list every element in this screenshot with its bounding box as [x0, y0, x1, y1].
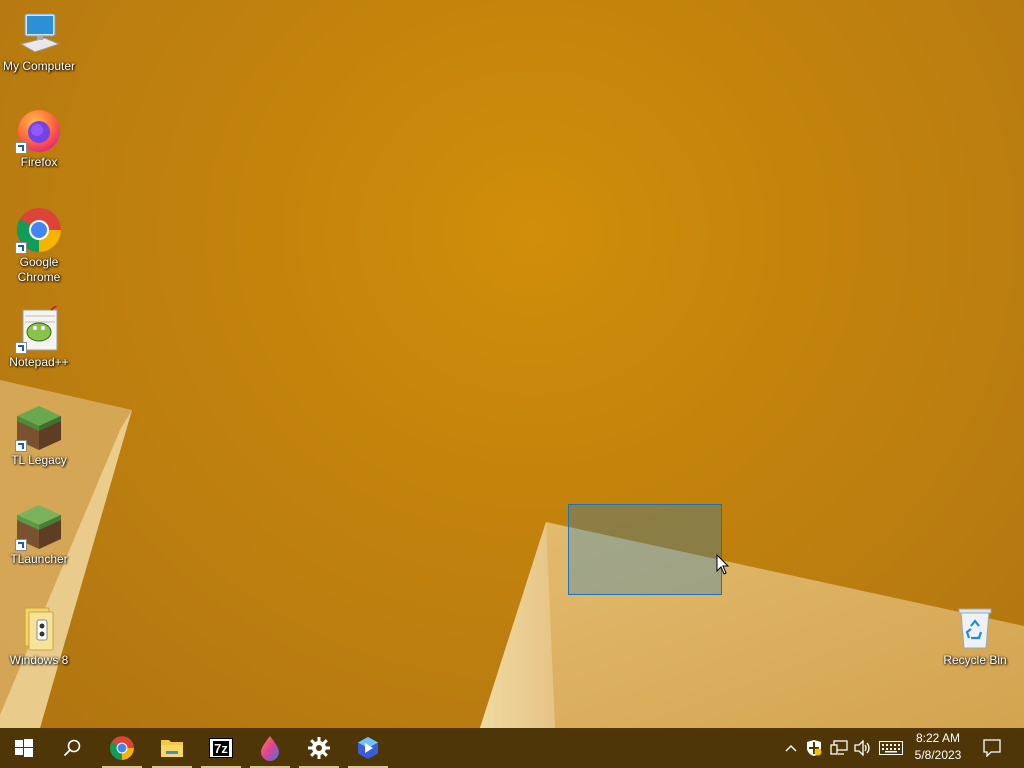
chrome-icon: [15, 206, 63, 254]
action-center-button[interactable]: [978, 728, 1006, 768]
taskbar-chrome[interactable]: [98, 728, 146, 768]
desktop-icon-label: Windows 8: [9, 653, 69, 667]
selection-rectangle: [568, 504, 722, 595]
desktop-icon-tlauncher[interactable]: TLauncher: [1, 503, 77, 567]
grass-block-icon: [15, 404, 63, 452]
start-button[interactable]: [0, 728, 48, 768]
desktop-icon-windows-8[interactable]: Windows 8: [1, 604, 77, 668]
desktop-icon-label: Firefox: [20, 155, 58, 169]
clock-time: 8:22 AM: [915, 731, 961, 745]
gear-icon: [308, 737, 330, 759]
desktop-icon-tl-legacy[interactable]: TL Legacy: [1, 404, 77, 468]
desktop-icon-label: Google Chrome: [17, 255, 61, 284]
chevron-up-icon: [785, 745, 797, 752]
security-tray-button[interactable]: [803, 728, 825, 768]
taskbar-file-explorer[interactable]: [148, 728, 196, 768]
desktop-icon-label: My Computer: [2, 59, 76, 73]
desktop-icon-recycle-bin[interactable]: Recycle Bin: [937, 604, 1013, 668]
7zip-label: 7z: [213, 740, 229, 756]
desktop-icon-label: TLauncher: [10, 552, 68, 566]
show-hidden-icons-button[interactable]: [781, 728, 801, 768]
desktop-icon-label: Notepad++: [9, 355, 69, 369]
notepadpp-icon: [15, 301, 63, 354]
volume-tray-button[interactable]: [852, 728, 874, 768]
shortcut-arrow-icon: [15, 539, 27, 551]
notification-icon: [983, 739, 1001, 757]
taskbar-clock[interactable]: 8:22 AM 5/8/2023: [906, 730, 970, 766]
clock-date: 5/8/2023: [914, 748, 962, 762]
wallpaper: [0, 380, 1024, 728]
windows-logo-icon: [15, 739, 33, 757]
computer-icon: [15, 10, 63, 58]
desktop-icon-firefox[interactable]: Firefox: [1, 106, 77, 170]
grass-block-icon: [15, 503, 63, 551]
desktop-icon-my-computer[interactable]: My Computer: [1, 10, 77, 74]
folder-icon: [161, 740, 183, 757]
network-icon: [830, 740, 848, 755]
mouse-cursor-icon: [716, 554, 730, 575]
shortcut-arrow-icon: [15, 142, 27, 154]
desktop-icon-label: Recycle Bin: [943, 653, 1007, 667]
shortcut-arrow-icon: [15, 242, 27, 254]
taskbar-paint[interactable]: [246, 728, 294, 768]
keyboard-icon: [879, 741, 903, 755]
search-icon: [63, 739, 81, 757]
shield-icon: [807, 740, 822, 756]
shortcut-arrow-icon: [15, 440, 27, 452]
network-tray-button[interactable]: [828, 728, 850, 768]
drop-icon: [261, 736, 279, 761]
folder-icon: [15, 604, 63, 652]
shortcut-arrow-icon: [15, 342, 27, 354]
recycle-bin-icon: [951, 604, 999, 652]
speaker-icon: [854, 740, 870, 756]
7zip-icon: 7z: [209, 738, 233, 758]
desktop-icon-label: TL Legacy: [11, 453, 67, 467]
taskbar-7zip[interactable]: 7z: [197, 728, 245, 768]
search-button[interactable]: [48, 728, 96, 768]
desktop-icon-notepadpp[interactable]: Notepad++: [1, 301, 77, 370]
taskbar-app[interactable]: [344, 728, 392, 768]
hexagon-app-icon: [358, 737, 378, 759]
taskbar-settings[interactable]: [295, 728, 343, 768]
taskbar: 7z 8:22 AM 5/8/2023: [0, 728, 1024, 768]
desktop-icon-google-chrome[interactable]: Google Chrome: [1, 206, 77, 285]
chrome-icon: [110, 736, 134, 760]
desktop[interactable]: My Computer Firefox Google Chrome Notepa…: [0, 0, 1024, 728]
touch-keyboard-button[interactable]: [877, 728, 905, 768]
firefox-icon: [15, 106, 63, 154]
